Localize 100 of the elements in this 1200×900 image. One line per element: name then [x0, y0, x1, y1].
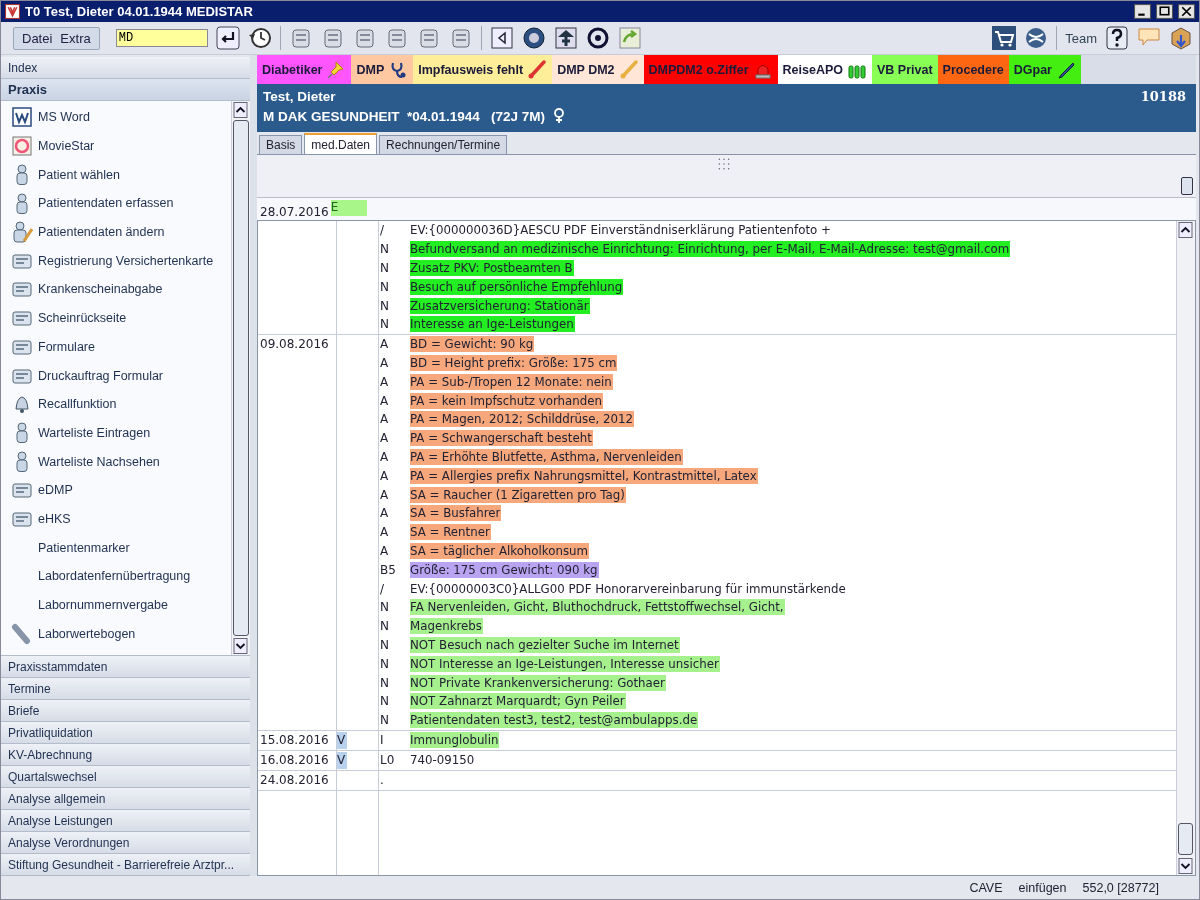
- patient-tag[interactable]: DMP: [351, 55, 414, 84]
- entry-text[interactable]: Befundversand an medizinische Einrichtung: Einrichtung, per E-Mail, E-Mail-Adresse: test@gmail.com: [410, 241, 1011, 258]
- patient-tag[interactable]: ReiseAPO: [777, 55, 872, 84]
- sidebar-item[interactable]: Labordatenfernübertragung: [1, 562, 231, 591]
- entry-text[interactable]: Immunglobulin: [410, 731, 500, 748]
- tab[interactable]: Basis: [259, 135, 303, 154]
- patient-tag[interactable]: DMPDM2 o.Ziffer: [643, 55, 778, 84]
- sidebar-item[interactable]: Laborwertebogen: [1, 619, 231, 649]
- entry-text[interactable]: SA = Busfahrer: [410, 505, 502, 522]
- sidebar-item[interactable]: Patientendaten ändern: [1, 217, 231, 247]
- entry-text[interactable]: BD = Gewicht: 90 kg: [410, 336, 535, 353]
- entry-text[interactable]: NOT Private Krankenversicherung: Gothaer: [410, 674, 666, 691]
- entry-text[interactable]: PA = Schwangerschaft besteht: [410, 430, 593, 447]
- patient-tag[interactable]: Diabetiker: [257, 55, 352, 84]
- entry-text[interactable]: Besuch auf persönliche Empfehlung: [410, 278, 624, 295]
- sidebar-item[interactable]: Patient wählen: [1, 160, 231, 190]
- maximize-button[interactable]: [1156, 4, 1173, 19]
- entry-text[interactable]: PA = Allergies prefix Nahrungsmittel, Kontrastmittel, Latex: [410, 467, 758, 484]
- entry-text[interactable]: PA = Magen, 2012; Schilddrüse, 2012: [410, 411, 634, 428]
- tab[interactable]: Rechnungen/Termine: [379, 135, 508, 154]
- close-button[interactable]: [1178, 4, 1195, 19]
- box-icon[interactable]: [1169, 26, 1193, 50]
- entry-text[interactable]: Patientendaten test3, test2, test@ambulapps.de: [410, 712, 699, 729]
- entry-code: N: [379, 242, 390, 257]
- scroll-down-button[interactable]: [1178, 858, 1193, 874]
- help-icon[interactable]: [1105, 26, 1129, 50]
- sidebar-item[interactable]: eHKS: [1, 504, 231, 534]
- sidebar-section[interactable]: Index: [1, 57, 250, 79]
- sidebar-item[interactable]: Patientendaten erfassen: [1, 189, 231, 218]
- sidebar-section[interactable]: Privatliquidation: [1, 722, 250, 744]
- entry-code: A: [379, 543, 390, 558]
- patient-tag[interactable]: DMP DM2: [552, 55, 644, 84]
- entry-text[interactable]: PA = kein Impfschutz vorhanden: [410, 392, 603, 409]
- sidebar-item[interactable]: Druckauftrag Formular: [1, 361, 231, 390]
- sidebar-item[interactable]: Registrierung Versichertenkarte: [1, 246, 231, 276]
- round-logo-icon[interactable]: [521, 26, 546, 50]
- entry-text[interactable]: NOT Zahnarzt Marquardt; Gyn Peiler: [410, 693, 626, 710]
- sidebar-item[interactable]: Krankenscheinabgabe: [1, 275, 231, 304]
- sidebar-section[interactable]: Analyse allgemein: [1, 788, 250, 810]
- entry-text[interactable]: 740-09150: [410, 751, 476, 768]
- sidebar-section[interactable]: Briefe: [1, 700, 250, 722]
- person-pencil-icon: [11, 221, 33, 244]
- entry-text[interactable]: Zusatz PKV: Postbeamten B: [410, 260, 574, 276]
- sidebar-section[interactable]: Quartalswechsel: [1, 766, 250, 788]
- team-label[interactable]: Team: [1065, 30, 1097, 46]
- enter-icon[interactable]: [215, 26, 240, 50]
- patient-tag[interactable]: VB Privat: [872, 55, 938, 84]
- patient-tag[interactable]: DGpar: [1008, 55, 1081, 84]
- menu-item[interactable]: Extra: [56, 30, 95, 46]
- entry-text[interactable]: PA = Sub-/Tropen 12 Monate: nein: [410, 373, 613, 390]
- tab[interactable]: med.Daten: [304, 133, 378, 154]
- entry-text[interactable]: SA = Raucher (1 Zigaretten pro Tag): [410, 486, 626, 503]
- back-icon[interactable]: [489, 26, 514, 50]
- sidebar-item[interactable]: Labornummernvergabe: [1, 590, 231, 620]
- cross-icon[interactable]: [553, 26, 578, 50]
- scrollbar-thumb[interactable]: [233, 120, 249, 636]
- entry-text[interactable]: SA = Rentner: [410, 524, 491, 541]
- entry-text[interactable]: SA = täglicher Alkoholkonsum: [410, 542, 590, 559]
- scrollbar-thumb[interactable]: [1181, 177, 1193, 195]
- entry-text[interactable]: PA = Erhöhte Blutfette, Asthma, Nervenleiden: [410, 448, 683, 465]
- patient-tag[interactable]: Procedere: [937, 55, 1009, 84]
- entry-text[interactable]: Größe: 175 cm Gewicht: 090 kg: [410, 561, 599, 578]
- entry-text[interactable]: FA Nervenleiden, Gicht, Bluthochdruck, Fettstoffwechsel, Gicht,: [410, 599, 785, 616]
- entry-text[interactable]: NOT Besuch nach gezielter Suche im Internet: [410, 636, 680, 653]
- entry-text[interactable]: NOT Interesse an Ige-Leistungen, Interesse unsicher: [410, 655, 720, 672]
- sidebar-item[interactable]: Warteliste Eintragen: [1, 418, 231, 448]
- sidebar-section[interactable]: Termine: [1, 678, 250, 700]
- sidebar-section[interactable]: Stiftung Gesundheit - Barrierefreie Arztpr...: [1, 854, 250, 876]
- sidebar-item[interactable]: Recallfunktion: [1, 389, 231, 419]
- sidebar-section[interactable]: Praxis: [1, 79, 250, 101]
- scrollbar-thumb[interactable]: [1178, 823, 1193, 855]
- patient-tag[interactable]: Impfausweis fehlt: [413, 55, 553, 84]
- sidebar-section[interactable]: KV-Abrechnung: [1, 744, 250, 766]
- entry-code: N: [379, 656, 390, 671]
- menu-item[interactable]: Datei: [18, 30, 57, 46]
- entry-text[interactable]: EV:{00000003C0}ALLG00 PDF Honorarvereinbarung für immunstärkende: [410, 580, 847, 597]
- sidebar-item[interactable]: MovieStar: [1, 131, 231, 161]
- sidebar-item[interactable]: Formulare: [1, 332, 231, 362]
- sidebar-section[interactable]: Analyse Leistungen: [1, 810, 250, 832]
- cart-icon[interactable]: [992, 26, 1017, 50]
- entry-text[interactable]: Zusatzversicherung: Stationär: [410, 297, 590, 314]
- scroll-down-button[interactable]: [233, 638, 248, 654]
- scroll-up-button[interactable]: [233, 102, 248, 118]
- entry-text[interactable]: Magenkrebs: [410, 618, 483, 635]
- sidebar-section[interactable]: Analyse Verordnungen: [1, 832, 250, 854]
- minimize-button[interactable]: [1134, 4, 1151, 19]
- entry-text[interactable]: BD = Height prefix: Größe: 175 cm: [410, 354, 618, 371]
- splitter-grip-icon[interactable]: [717, 157, 731, 171]
- history-icon[interactable]: [247, 26, 272, 50]
- scroll-up-button[interactable]: [1178, 222, 1193, 238]
- entry-code: A: [379, 374, 390, 389]
- command-field[interactable]: MD: [115, 29, 208, 47]
- sidebar-item[interactable]: eDMP: [1, 475, 231, 505]
- entry-text[interactable]: EV:{000000036D}AESCU PDF Einverständniserklärung Patientenfoto +: [410, 222, 832, 239]
- sidebar-item[interactable]: Patientenmarker: [1, 533, 231, 562]
- sidebar-item[interactable]: Warteliste Nachsehen: [1, 447, 231, 476]
- entry-text[interactable]: Interesse an Ige-Leistungen: [410, 316, 575, 333]
- sidebar-item[interactable]: Scheinrückseite: [1, 303, 231, 333]
- sidebar-item[interactable]: MS Word: [1, 103, 231, 132]
- sidebar-section[interactable]: Praxisstammdaten: [1, 656, 250, 678]
